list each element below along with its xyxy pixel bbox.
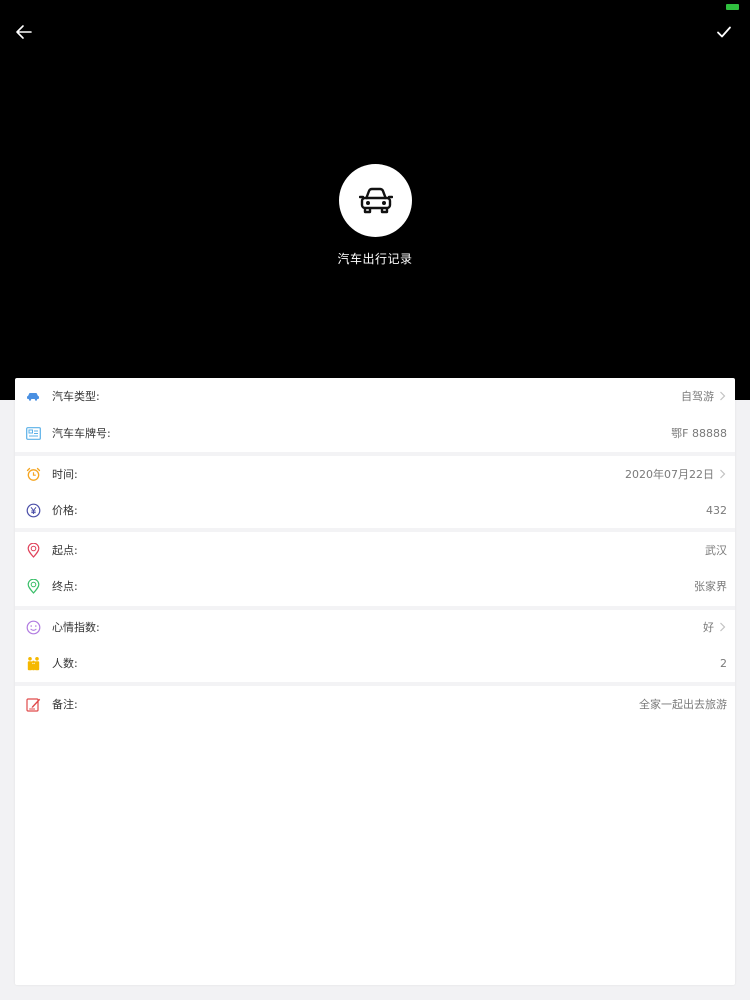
people-icon (25, 655, 41, 671)
header: 汽车出行记录 (0, 0, 750, 400)
row-value: 好 (703, 621, 714, 634)
row-label: 终点: (52, 580, 78, 593)
row-end[interactable]: 终点: 张家界 (15, 568, 735, 604)
row-label: 汽车类型: (52, 390, 100, 403)
license-plate-icon (25, 425, 41, 441)
chevron-right-icon (719, 469, 727, 479)
category-icon-badge[interactable] (339, 164, 412, 237)
note-edit-icon (25, 696, 41, 712)
row-time[interactable]: 时间: 2020年07月22日 (15, 456, 735, 492)
battery-icon (726, 4, 739, 10)
row-value: 全家一起出去旅游 (639, 698, 727, 711)
row-value: 自驾游 (681, 390, 714, 403)
car-icon (358, 187, 393, 213)
row-label: 人数: (52, 657, 78, 670)
row-value: 武汉 (705, 544, 727, 557)
row-car-type[interactable]: 汽车类型: 自驾游 (15, 378, 735, 414)
row-label: 备注: (52, 698, 78, 711)
row-plate[interactable]: 汽车车牌号: 鄂F 88888 (15, 415, 735, 451)
row-value: 432 (706, 503, 727, 517)
yen-icon (25, 502, 41, 518)
end-pin-icon (25, 578, 41, 594)
back-arrow-icon (16, 25, 32, 39)
record-form: 汽车类型: 自驾游 汽车车牌号: 鄂F 88888 时间: 2020年07月22 (15, 378, 735, 985)
row-value: 2020年07月22日 (625, 468, 714, 481)
row-note[interactable]: 备注: 全家一起出去旅游 (15, 686, 735, 722)
row-mood[interactable]: 心情指数: 好 (15, 609, 735, 645)
row-label: 价格: (52, 504, 78, 517)
row-price[interactable]: 价格: 432 (15, 492, 735, 528)
checkmark-icon (717, 26, 731, 38)
car-small-icon (25, 388, 41, 404)
smiley-icon (25, 619, 41, 635)
alarm-clock-icon (25, 466, 41, 482)
chevron-right-icon (719, 391, 727, 401)
row-label: 汽车车牌号: (52, 427, 111, 440)
confirm-button[interactable] (712, 20, 736, 44)
row-label: 起点: (52, 544, 78, 557)
row-value: 鄂F 88888 (671, 427, 727, 440)
row-people[interactable]: 人数: 2 (15, 645, 735, 681)
row-label: 时间: (52, 468, 78, 481)
row-label: 心情指数: (52, 621, 100, 634)
back-button[interactable] (12, 20, 36, 44)
start-pin-icon (25, 542, 41, 558)
row-value: 2 (720, 656, 727, 670)
row-start[interactable]: 起点: 武汉 (15, 532, 735, 568)
row-value: 张家界 (694, 580, 727, 593)
chevron-right-icon (719, 622, 727, 632)
page-title: 汽车出行记录 (337, 252, 413, 266)
